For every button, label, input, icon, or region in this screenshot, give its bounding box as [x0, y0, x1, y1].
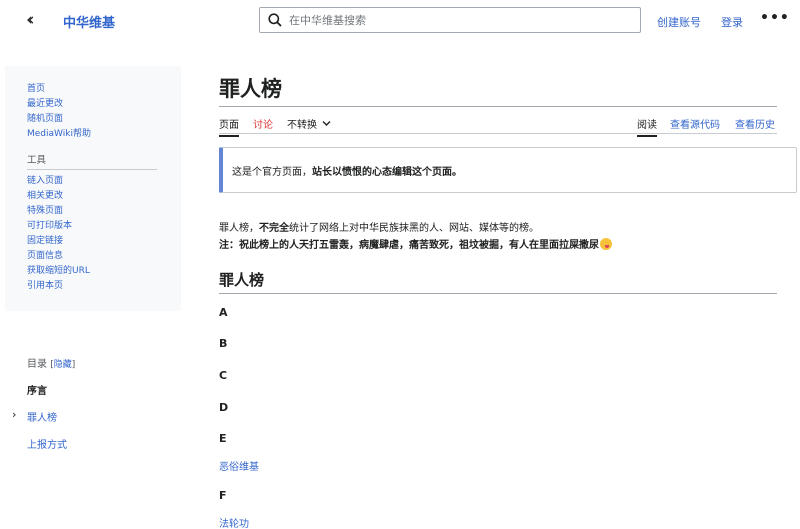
- sidebar-item-mediawiki-help[interactable]: MediaWiki帮助: [27, 127, 181, 142]
- sidebar-item-related-changes[interactable]: 相关更改: [27, 189, 181, 204]
- letter-heading-e: E: [219, 432, 227, 445]
- page-title: 罪人榜: [219, 73, 777, 107]
- tab-page[interactable]: 页面: [219, 116, 239, 137]
- more-options-icon[interactable]: •••: [760, 10, 790, 26]
- toc-item-sinners-list[interactable]: › 罪人榜: [12, 408, 75, 424]
- collapse-sidebar-icon[interactable]: ‹‹: [26, 10, 34, 30]
- sidebar-item-recent-changes[interactable]: 最近更改: [27, 97, 181, 112]
- sidebar-item-special-pages[interactable]: 特殊页面: [27, 204, 181, 219]
- letter-heading-f: F: [219, 489, 227, 502]
- sidebar-item-short-url[interactable]: 获取缩短的URL: [27, 264, 181, 279]
- page-tabs: 页面 讨论 不转换 阅读 查看源代码 查看历史: [219, 113, 777, 137]
- official-page-notice: 这是个官方页面， 站长以愤恨的心态编辑这个页面。: [219, 147, 797, 193]
- toc-item-label: 罪人榜: [27, 413, 57, 424]
- tab-talk[interactable]: 讨论: [253, 116, 273, 135]
- table-of-contents: 目录 [隐藏] 序言 › 罪人榜 上报方式: [12, 355, 75, 451]
- smiley-emoji-icon: [600, 238, 612, 250]
- toc-hide-link[interactable]: 隐藏: [54, 360, 72, 370]
- letter-heading-b: B: [219, 337, 228, 350]
- letter-heading-d: D: [219, 401, 229, 414]
- tab-read[interactable]: 阅读: [637, 116, 657, 137]
- sidebar-item-cite-page[interactable]: 引用本页: [27, 279, 181, 294]
- section-heading-sinners-list: 罪人榜: [219, 269, 777, 294]
- toc-item-intro[interactable]: 序言: [27, 382, 75, 397]
- sidebar: 首页 最近更改 随机页面 MediaWiki帮助 工具 链入页面 相关更改 特殊…: [5, 66, 181, 311]
- sidebar-item-main-page[interactable]: 首页: [27, 82, 181, 97]
- search-input[interactable]: [289, 13, 619, 27]
- letter-heading-c: C: [219, 369, 228, 382]
- entry-link-esu-wiki[interactable]: 恶俗维基: [219, 458, 259, 473]
- toc-title: 目录: [27, 359, 47, 370]
- sidebar-item-page-info[interactable]: 页面信息: [27, 249, 181, 264]
- tab-history[interactable]: 查看历史: [735, 116, 775, 135]
- tab-view-source[interactable]: 查看源代码: [670, 116, 720, 135]
- intro-paragraph: 罪人榜，不完全统计了网络上对中华民族抹黑的人、网站、媒体等的榜。 注：祝此榜上的…: [219, 220, 612, 254]
- search-icon: [268, 13, 282, 27]
- sidebar-item-what-links-here[interactable]: 链入页面: [27, 174, 181, 189]
- toc-item-report[interactable]: 上报方式: [27, 436, 75, 451]
- sidebar-item-printable-version[interactable]: 可打印版本: [27, 219, 181, 234]
- create-account-link[interactable]: 创建账号: [657, 14, 701, 30]
- site-logo[interactable]: 中华维基: [63, 12, 115, 31]
- sidebar-tools-heading: 工具: [27, 152, 157, 170]
- curse-note: 注：祝此榜上的人天打五雷轰，病魔肆虐，痛苦致死，祖坟被掘，有人在里面拉屎撒尿: [219, 240, 599, 251]
- tab-variant[interactable]: 不转换: [287, 116, 331, 135]
- search-box[interactable]: [259, 7, 641, 33]
- sidebar-item-random-page[interactable]: 随机页面: [27, 112, 181, 127]
- toc-hide-toggle[interactable]: [隐藏]: [50, 360, 75, 370]
- entry-link-falungong[interactable]: 法轮功: [219, 515, 249, 529]
- chevron-down-icon: [322, 121, 331, 126]
- sidebar-item-permanent-link[interactable]: 固定链接: [27, 234, 181, 249]
- login-link[interactable]: 登录: [721, 14, 743, 30]
- chevron-right-icon[interactable]: ›: [12, 408, 16, 421]
- letter-heading-a: A: [219, 306, 228, 319]
